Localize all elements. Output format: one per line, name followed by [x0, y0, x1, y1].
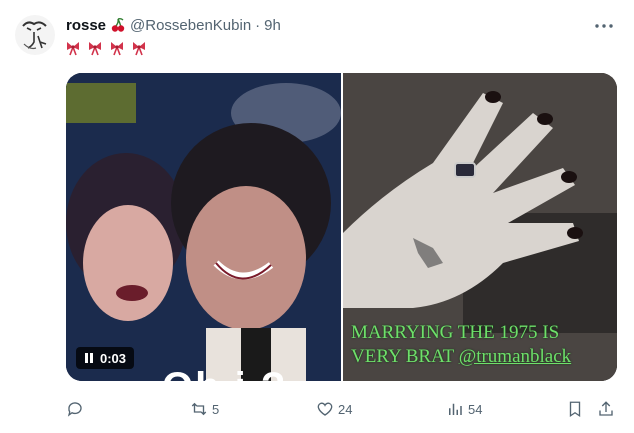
bookmark-icon — [569, 401, 581, 418]
avatar-sketch — [15, 15, 55, 55]
repost-button[interactable]: 5 — [190, 396, 219, 422]
avatar[interactable] — [14, 14, 56, 56]
action-bar: 5 24 54 — [66, 396, 617, 422]
video-still — [66, 73, 341, 381]
timestamp[interactable]: 9h — [264, 17, 281, 34]
pause-icon — [85, 353, 93, 363]
heart-icon — [317, 402, 333, 416]
display-name[interactable]: rosse — [66, 17, 106, 34]
image-thumbnail[interactable]: MARRYING THE 1975 IS VERY BRAT @trumanbl… — [343, 73, 617, 381]
share-button[interactable] — [597, 396, 615, 422]
like-count: 24 — [338, 401, 353, 417]
more-icon[interactable] — [592, 16, 616, 36]
caption-line-2: VERY BRAT @trumanblack — [351, 345, 571, 369]
video-timestamp-badge[interactable]: 0:03 — [76, 347, 135, 369]
views-button[interactable]: 54 — [446, 396, 482, 422]
video-overlay-text: Oh i ? — [162, 365, 287, 381]
like-button[interactable]: 24 — [316, 396, 352, 422]
repost-icon — [191, 402, 207, 416]
bookmark-button[interactable] — [566, 396, 584, 422]
caption-line-1: MARRYING THE 1975 IS — [351, 322, 560, 343]
bow-icon — [133, 42, 145, 56]
tweet-header: rosse @RossebenKubin · 9h — [66, 14, 281, 36]
separator-dot: · — [255, 16, 261, 34]
caption-prefix: VERY BRAT — [351, 346, 459, 367]
bow-icon — [89, 42, 101, 56]
bow-icon — [67, 42, 79, 56]
caption-handle: @trumanblack — [458, 346, 572, 367]
views-count: 54 — [468, 401, 483, 417]
video-time: 0:03 — [100, 350, 127, 366]
reply-button[interactable] — [66, 396, 88, 422]
cherry-icon — [110, 17, 126, 33]
views-icon — [449, 403, 462, 415]
image-caption: MARRYING THE 1975 IS VERY BRAT @trumanbl… — [351, 321, 571, 369]
tweet-text — [66, 40, 146, 56]
video-thumbnail[interactable]: 0:03 — [66, 73, 341, 381]
share-icon — [599, 401, 613, 416]
bow-icon — [111, 42, 123, 56]
reply-icon — [67, 402, 82, 417]
repost-count: 5 — [212, 401, 220, 417]
user-handle[interactable]: @RossebenKubin — [130, 17, 251, 34]
media-grid: 0:03 MARRYING THE 1975 IS VERY BRAT @tru… — [66, 73, 617, 381]
